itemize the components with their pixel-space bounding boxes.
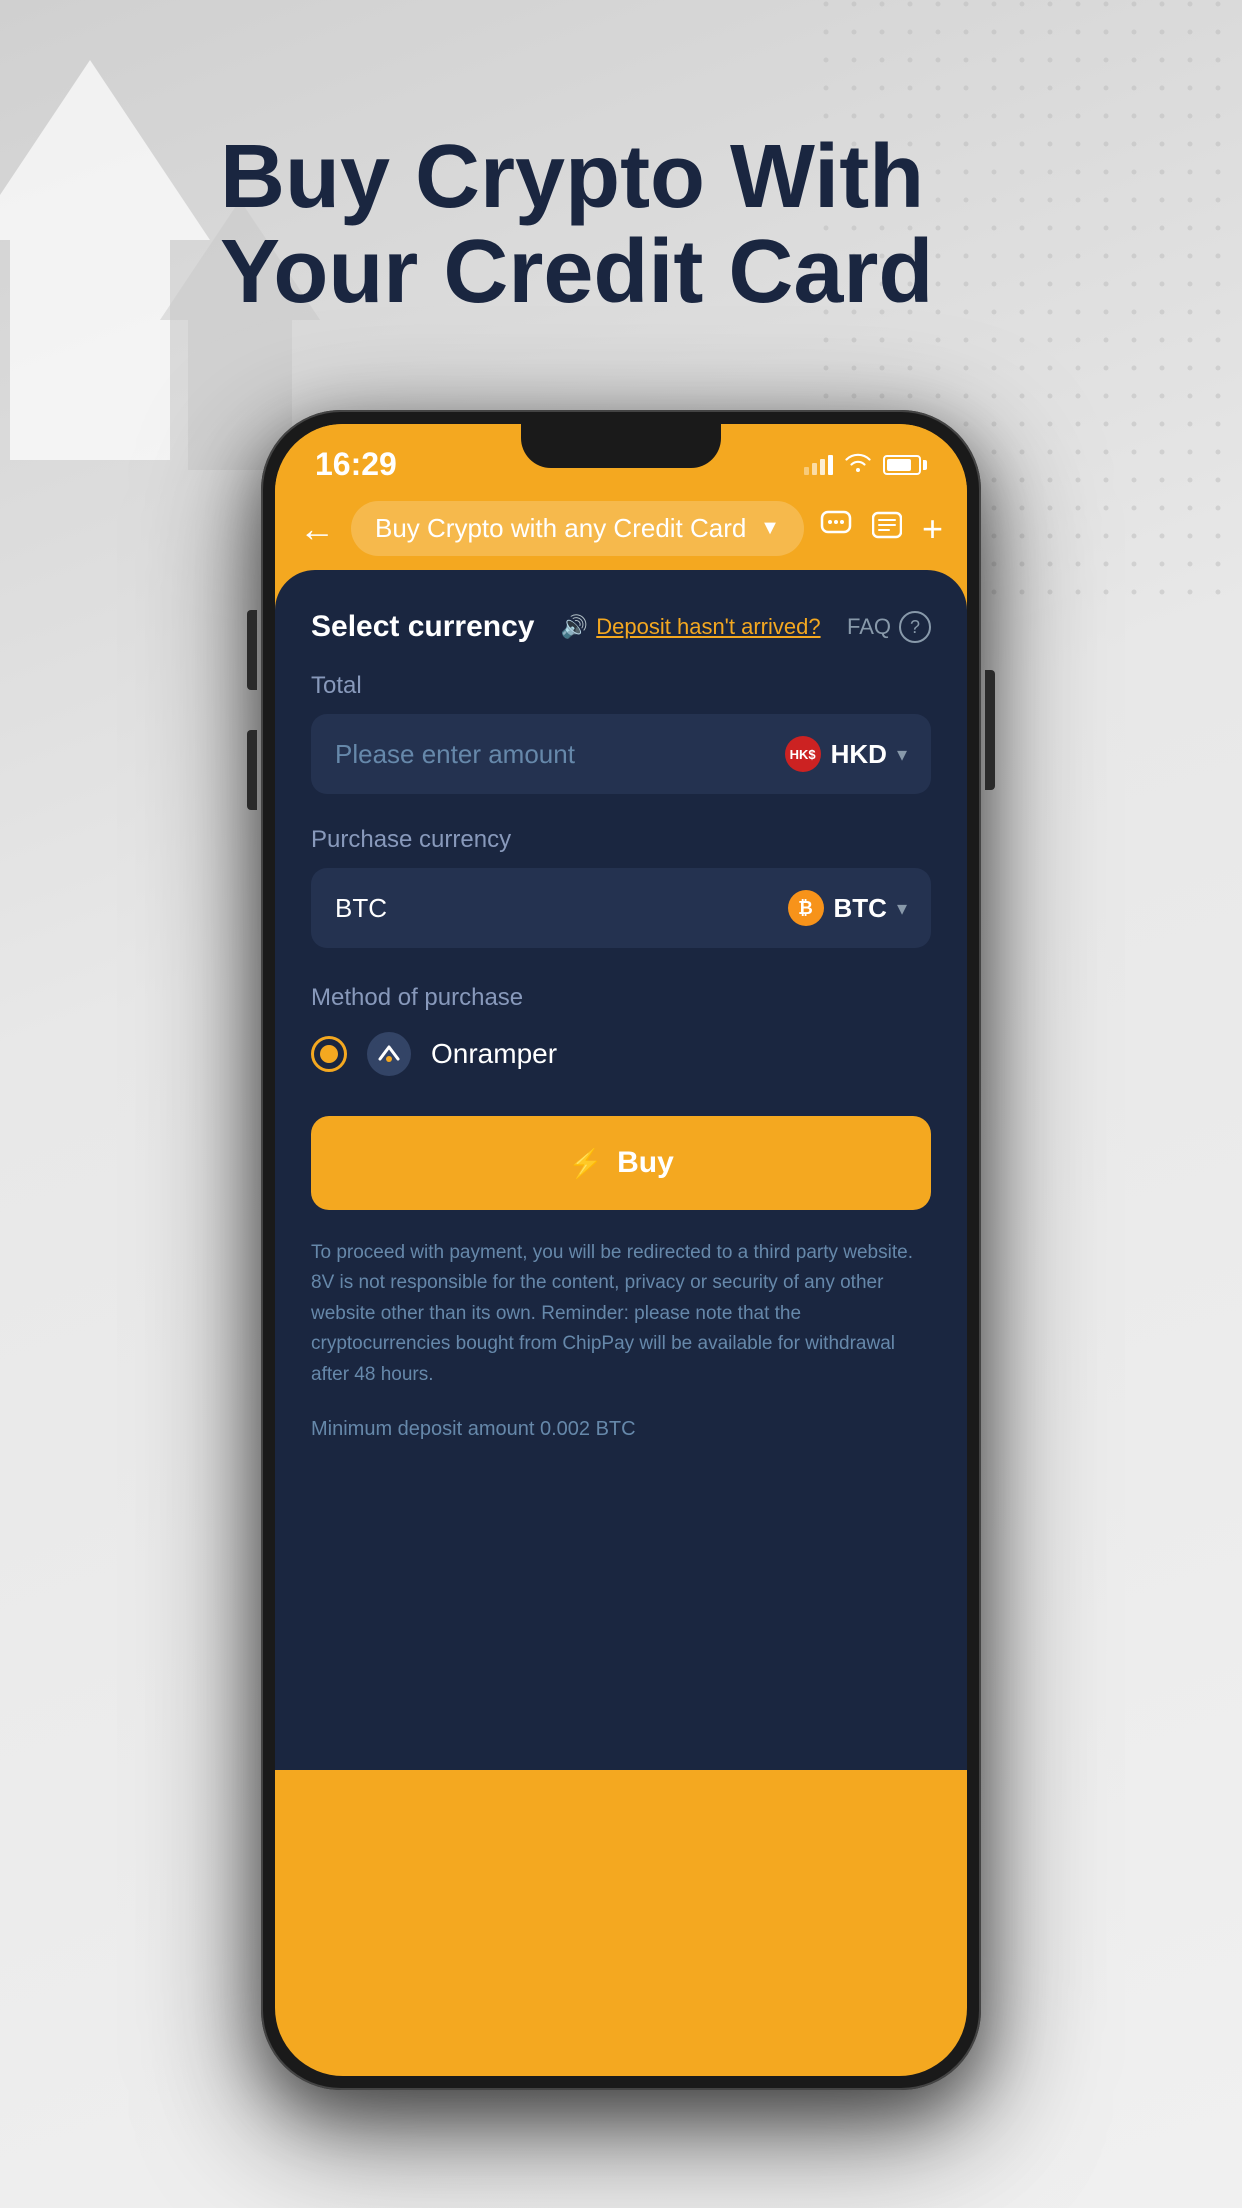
- total-label: Total: [311, 672, 931, 700]
- headline-line2: Your Credit Card: [220, 225, 1182, 320]
- radio-inner: [320, 1045, 338, 1063]
- btc-badge-icon: ₿: [788, 890, 824, 926]
- radio-button[interactable]: [311, 1036, 347, 1072]
- buy-label: Buy: [617, 1146, 674, 1180]
- lightning-icon: ⚡: [568, 1147, 603, 1180]
- crypto-currency-selector[interactable]: ₿ BTC ▾: [788, 890, 907, 926]
- signal-bars-icon: [804, 455, 833, 475]
- onramper-option[interactable]: Onramper: [311, 1032, 931, 1076]
- battery-icon: [883, 455, 927, 475]
- purchase-currency-label: Purchase currency: [311, 826, 931, 854]
- phone-notch: [521, 424, 721, 468]
- deposit-link[interactable]: 🔊 Deposit hasn't arrived?: [561, 614, 821, 640]
- faq-circle-icon: ?: [899, 611, 931, 643]
- deposit-link-text: Deposit hasn't arrived?: [596, 614, 820, 640]
- phone-mockup: 16:29: [261, 410, 981, 2090]
- fiat-dropdown-arrow-icon: ▾: [897, 742, 907, 767]
- buy-button[interactable]: ⚡ Buy: [311, 1116, 931, 1210]
- amount-input-row[interactable]: Please enter amount HK$ HKD ▾: [311, 714, 931, 794]
- crypto-dropdown-arrow-icon: ▾: [897, 896, 907, 921]
- headline-line1: Buy Crypto With: [220, 130, 1182, 225]
- list-icon[interactable]: [872, 511, 902, 547]
- page-headline: Buy Crypto With Your Credit Card: [220, 130, 1182, 319]
- fiat-currency-label: HKD: [831, 739, 887, 770]
- method-name-label: Onramper: [431, 1038, 557, 1070]
- nav-actions: +: [820, 508, 943, 550]
- chat-icon[interactable]: [820, 510, 852, 548]
- hkd-badge-icon: HK$: [785, 736, 821, 772]
- method-section: Method of purchase: [311, 984, 931, 1076]
- wifi-icon: [845, 451, 871, 479]
- crypto-currency-label: BTC: [834, 893, 887, 924]
- status-time: 16:29: [315, 446, 397, 483]
- section-header: Select currency 🔊 Deposit hasn't arrived…: [311, 610, 931, 644]
- phone-outer: 16:29: [261, 410, 981, 2090]
- method-label: Method of purchase: [311, 984, 931, 1012]
- btc-left-label: BTC: [335, 893, 387, 924]
- status-icons: [804, 451, 927, 479]
- phone-screen: 16:29: [275, 424, 967, 2076]
- speaker-icon: 🔊: [561, 614, 588, 640]
- plus-icon[interactable]: +: [922, 508, 943, 550]
- select-currency-title: Select currency: [311, 610, 534, 644]
- fiat-currency-selector[interactable]: HK$ HKD ▾: [785, 736, 907, 772]
- disclaimer-text: To proceed with payment, you will be red…: [311, 1238, 931, 1390]
- amount-placeholder: Please enter amount: [335, 739, 575, 770]
- faq-label: FAQ: [847, 614, 891, 640]
- nav-bar: ← Buy Crypto with any Credit Card ▼: [275, 493, 967, 570]
- content-area: Select currency 🔊 Deposit hasn't arrived…: [275, 570, 967, 1770]
- faq-button[interactable]: FAQ ?: [847, 611, 931, 643]
- purchase-currency-row[interactable]: BTC ₿ BTC ▾: [311, 868, 931, 948]
- onramper-logo-icon: [367, 1032, 411, 1076]
- min-deposit-text: Minimum deposit amount 0.002 BTC: [311, 1418, 931, 1441]
- nav-title: Buy Crypto with any Credit Card: [375, 513, 746, 544]
- nav-title-pill[interactable]: Buy Crypto with any Credit Card ▼: [351, 501, 804, 556]
- chevron-down-icon: ▼: [760, 517, 780, 540]
- back-button[interactable]: ←: [299, 508, 335, 550]
